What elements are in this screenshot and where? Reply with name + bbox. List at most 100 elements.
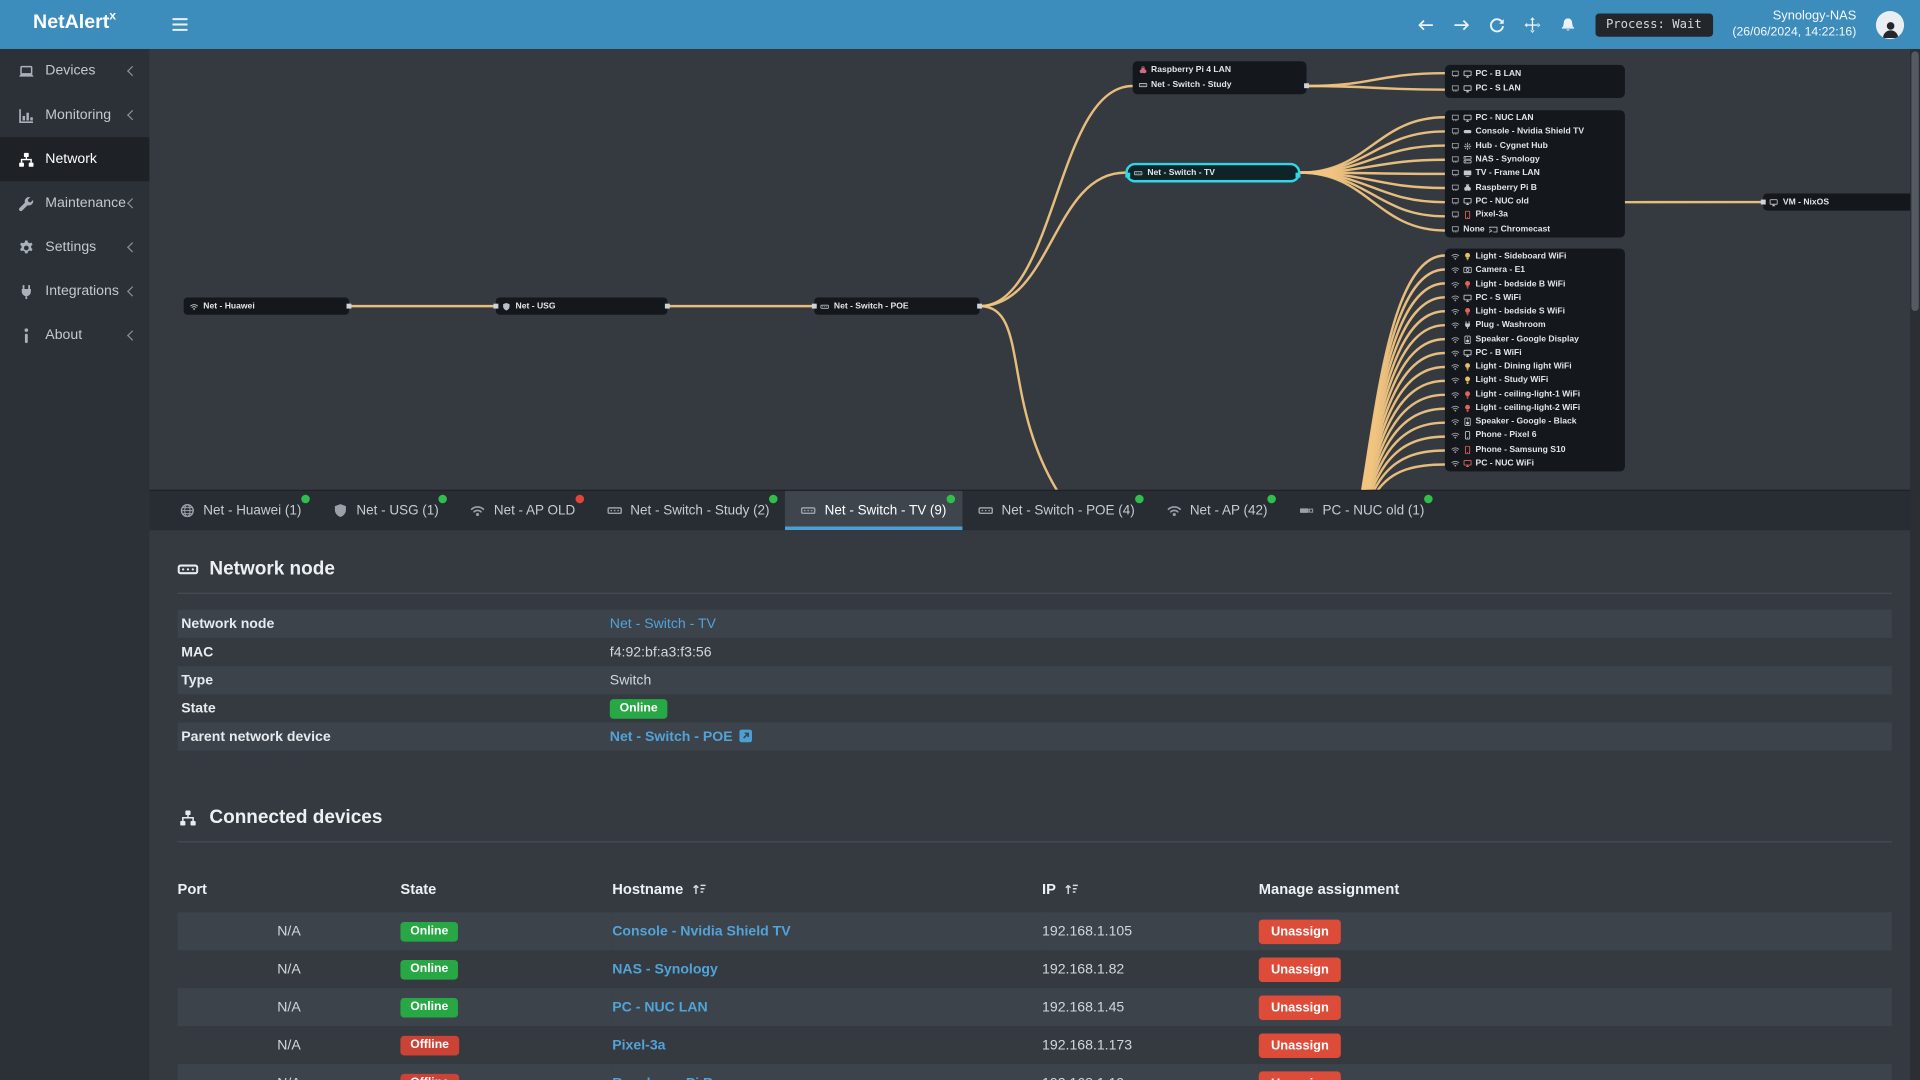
topology-device-net-switch-study[interactable]: Net - Switch - Study: [1133, 78, 1307, 93]
notifications-bell-icon[interactable]: [1559, 17, 1575, 33]
topology-device-phone-pixel-6[interactable]: Phone - Pixel 6: [1445, 429, 1625, 443]
chevron-left-icon: [127, 242, 138, 253]
unassign-button[interactable]: Unassign: [1258, 1032, 1342, 1058]
unassign-button[interactable]: Unassign: [1258, 956, 1342, 982]
eth-icon: [1451, 225, 1460, 234]
network-node-link[interactable]: Net - Switch - TV: [610, 617, 716, 632]
topology-node-net-huawei[interactable]: Net - Huawei: [183, 297, 352, 315]
device-row-pc-nuc-lan: N/A Online PC - NUC LAN 192.168.1.45 Unassig…: [177, 988, 1892, 1027]
topology-device-pc-s-lan[interactable]: PC - S LAN: [1445, 81, 1625, 96]
topology-device-light-bedside-b-wifi[interactable]: Light - bedside B WiFi: [1445, 277, 1625, 291]
move-icon[interactable]: [1523, 16, 1540, 33]
ip-sort-icon[interactable]: [1065, 883, 1080, 895]
device-link[interactable]: Console - Nvidia Shield TV: [612, 924, 790, 939]
topology-device-speaker-google-black[interactable]: Speaker - Google - Black: [1445, 415, 1625, 429]
topology-node-net-switch-poe[interactable]: Net - Switch - POE: [811, 297, 983, 315]
topology-device-pc-nuc-lan[interactable]: PC - NUC LAN: [1445, 111, 1625, 125]
tab-net-ap-old[interactable]: Net - AP OLD: [455, 491, 591, 530]
topology-device-raspberry-pi-b[interactable]: Raspberry Pi B: [1445, 181, 1625, 195]
topology-device-light-ceiling-light-2-wifi[interactable]: Light - ceiling-light-2 WiFi: [1445, 401, 1625, 415]
port-cell: N/A: [277, 999, 301, 1015]
device-link[interactable]: Raspberry Pi B: [612, 1076, 713, 1080]
parent-node-link[interactable]: Net - Switch - POE: [610, 729, 754, 744]
device-label: PC - B WiFi: [1475, 348, 1522, 358]
topology-node-vm-nixos[interactable]: VM - NixOS: [1760, 193, 1913, 211]
topology-device-light-bedside-s-wifi[interactable]: Light - bedside S WiFi: [1445, 305, 1625, 319]
topology-device-light-ceiling-light-1-wifi[interactable]: Light - ceiling-light-1 WiFi: [1445, 388, 1625, 402]
sidebar-item-network[interactable]: Network: [0, 137, 150, 182]
topology-device-group: PC - NUC LAN Console - Nvidia Shield TV Hu…: [1444, 110, 1625, 238]
topology-device-speaker-google-display[interactable]: Speaker - Google Display: [1445, 332, 1625, 346]
unassign-button[interactable]: Unassign: [1258, 1070, 1342, 1080]
topology-device-pixel-3a[interactable]: Pixel-3a: [1445, 209, 1625, 223]
tab-pc-nuc-old-1[interactable]: PC - NUC old (1): [1283, 491, 1440, 530]
state-badge: Offline: [400, 1035, 459, 1055]
hostname-cell: NAS - Synology: [612, 950, 1042, 988]
tab-net-switch-tv-9[interactable]: Net - Switch - TV (9): [785, 491, 963, 531]
topology-device-phone-samsung-s10[interactable]: Phone - Samsung S10: [1445, 443, 1625, 457]
connector-dot: [664, 303, 670, 309]
scrollbar-thumb[interactable]: [1911, 51, 1919, 312]
topology-device-light-sideboard-wifi[interactable]: Light - Sideboard WiFi: [1445, 250, 1625, 264]
topology-node-net-switch-tv[interactable]: Net - Switch - TV: [1125, 162, 1301, 183]
topology-device-camera-e1[interactable]: Camera - E1: [1445, 264, 1625, 278]
nav-forward-icon[interactable]: [1453, 17, 1469, 33]
shield-icon: [502, 302, 511, 311]
chevron-left-icon: [127, 330, 138, 341]
topology-device-console-nvidia-shield-tv[interactable]: Console - Nvidia Shield TV: [1445, 125, 1625, 139]
unassign-button[interactable]: Unassign: [1258, 994, 1342, 1020]
topology-device-pc-b-lan[interactable]: PC - B LAN: [1445, 66, 1625, 81]
page-scrollbar[interactable]: [1910, 48, 1920, 1080]
tab-net-ap-42[interactable]: Net - AP (42): [1151, 491, 1284, 530]
nav-back-icon[interactable]: [1417, 17, 1433, 33]
topology-device-tv-frame-lan[interactable]: TV - Frame LAN: [1445, 167, 1625, 181]
topology-device-plug-washroom[interactable]: Plug - Washroom: [1445, 319, 1625, 333]
app-logo[interactable]: NetAlert x: [0, 0, 149, 49]
property-label: MAC: [181, 644, 214, 660]
refresh-icon[interactable]: [1488, 17, 1504, 33]
device-link[interactable]: PC - NUC LAN: [612, 1000, 707, 1015]
device-label: Console - Nvidia Shield TV: [1475, 127, 1585, 137]
user-avatar[interactable]: [1875, 10, 1905, 39]
tab-net-switch-study-2[interactable]: Net - Switch - Study (2): [591, 491, 785, 530]
manage-cell: Unassign: [1258, 950, 1892, 988]
wifi-icon: [1451, 404, 1460, 413]
process-status-badge[interactable]: Process: Wait: [1594, 12, 1713, 37]
device-label: Raspberry Pi B: [1475, 183, 1537, 192]
connector-dot: [1760, 199, 1766, 205]
sidebar-item-settings[interactable]: Settings: [0, 225, 149, 269]
property-value: Online: [609, 698, 668, 719]
sidebar-item-about[interactable]: About: [0, 313, 149, 357]
sidebar-item-integrations[interactable]: Integrations: [0, 269, 149, 313]
tab-net-usg-1[interactable]: Net - USG (1): [317, 491, 454, 530]
pc-icon: [1463, 197, 1472, 206]
unassign-button[interactable]: Unassign: [1258, 918, 1342, 944]
tab-net-switch-poe-4[interactable]: Net - Switch - POE (4): [962, 491, 1150, 530]
tab-label: Net - AP (42): [1189, 503, 1268, 518]
sidebar-item-maintenance[interactable]: Maintenance: [0, 181, 149, 225]
pi-icon: [1139, 66, 1148, 75]
sidebar-toggle-icon[interactable]: [171, 17, 188, 32]
col-manage: Manage assignment: [1258, 880, 1400, 898]
topology-device-pc-nuc-old[interactable]: PC - NUC old: [1445, 195, 1625, 209]
hostname-sort-icon[interactable]: [692, 883, 707, 895]
device-link[interactable]: NAS - Synology: [612, 962, 718, 977]
topology-node-net-usg[interactable]: Net - USG: [493, 297, 670, 315]
property-value: Net - Switch - POE: [610, 729, 754, 744]
topology-device-chromecast[interactable]: None Chromecast: [1445, 222, 1625, 236]
topology-device-nas-synology[interactable]: NAS - Synology: [1445, 153, 1625, 167]
sidebar-item-monitoring[interactable]: Monitoring: [0, 93, 149, 137]
topology-device-raspberry-pi-4-lan[interactable]: Raspberry Pi 4 LAN: [1133, 62, 1307, 77]
sidebar-item-devices[interactable]: Devices: [0, 49, 149, 93]
topology-device-pc-s-wifi[interactable]: PC - S WiFi: [1445, 291, 1625, 305]
network-topology-diagram: Net - Huawei Net - USG Net - Switch - POE N…: [149, 49, 1920, 490]
topology-device-light-study-wifi[interactable]: Light - Study WiFi: [1445, 374, 1625, 388]
bulb-icon: [1463, 376, 1472, 385]
topology-device-pc-nuc-wifi[interactable]: PC - NUC WiFi: [1445, 456, 1625, 470]
device-link[interactable]: Pixel-3a: [612, 1038, 665, 1053]
tab-net-huawei-1[interactable]: Net - Huawei (1): [164, 491, 317, 530]
col-state: State: [400, 880, 437, 898]
topology-device-pc-b-wifi[interactable]: PC - B WiFi: [1445, 346, 1625, 360]
topology-device-hub-cygnet-hub[interactable]: Hub - Cygnet Hub: [1445, 139, 1625, 153]
topology-device-light-dining-light-wifi[interactable]: Light - Dining light WiFi: [1445, 360, 1625, 374]
